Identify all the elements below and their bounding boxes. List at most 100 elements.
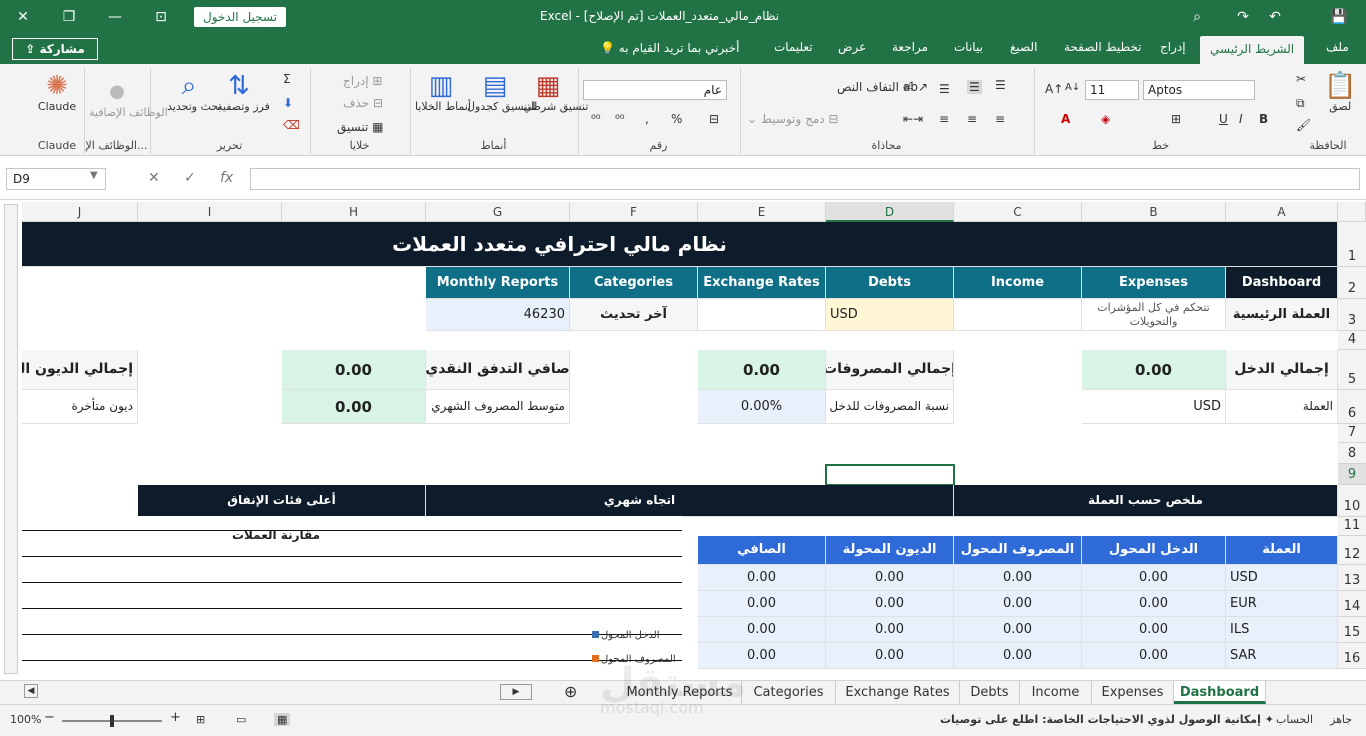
summary-header-expense[interactable]: المصروف المحول: [954, 536, 1082, 565]
decrease-decimal-icon[interactable]: ⁰⁰: [591, 112, 601, 126]
last-update-value[interactable]: 46230: [426, 299, 570, 331]
zoom-in-icon[interactable]: +: [170, 710, 181, 725]
table-cell[interactable]: 0.00: [698, 643, 826, 669]
sheet-tab-monthly-reports[interactable]: Monthly Reports: [618, 681, 742, 704]
table-cell[interactable]: 0.00: [698, 591, 826, 617]
signin-button[interactable]: تسجيل الدخول: [194, 7, 286, 27]
column-header-f[interactable]: F: [570, 202, 698, 222]
column-header-d[interactable]: D: [826, 202, 954, 222]
table-cell[interactable]: 0.00: [1082, 643, 1226, 669]
align-center-icon[interactable]: ≡: [967, 112, 977, 126]
total-income-value[interactable]: 0.00: [1082, 350, 1226, 390]
italic-icon[interactable]: I: [1239, 112, 1243, 126]
selected-cell-d9[interactable]: [825, 464, 955, 486]
paste-button[interactable]: 📋 لصق: [1324, 72, 1356, 114]
column-header-h[interactable]: H: [282, 202, 426, 222]
sheet-tab-categories[interactable]: Categories: [742, 681, 836, 704]
select-all-corner[interactable]: [1338, 202, 1366, 222]
tab-review[interactable]: مراجعة: [892, 40, 928, 54]
total-expenses-value[interactable]: 0.00: [698, 350, 826, 390]
row-header-12[interactable]: 12: [1338, 536, 1366, 565]
tab-home[interactable]: الشريط الرئيسي: [1200, 36, 1305, 64]
cell-e3[interactable]: [698, 299, 826, 331]
font-grow-icon[interactable]: A↑: [1045, 82, 1063, 96]
sheet-tab-dashboard[interactable]: Dashboard: [1174, 681, 1266, 704]
cancel-icon[interactable]: ✕: [148, 170, 160, 186]
add-sheet-icon[interactable]: ⊕: [564, 682, 577, 701]
tab-data[interactable]: بيانات: [954, 40, 983, 54]
search-icon[interactable]: ⌕: [1184, 7, 1210, 27]
nav-expenses[interactable]: Expenses: [1082, 267, 1226, 299]
comma-style-icon[interactable]: ,: [645, 112, 649, 126]
row-header-7[interactable]: 7: [1338, 424, 1366, 443]
font-shrink-icon[interactable]: A↓: [1065, 82, 1080, 93]
overdue-debts-label[interactable]: ديون متأخرة: [22, 390, 138, 424]
table-cell[interactable]: 0.00: [954, 591, 1082, 617]
align-left-icon[interactable]: ≡: [939, 112, 949, 126]
vertical-scrollbar[interactable]: [4, 204, 18, 674]
table-cell[interactable]: ILS: [1226, 617, 1338, 643]
merge-center-button[interactable]: ⌄ دمج وتوسيط ⊟: [747, 112, 838, 126]
page-layout-view-icon[interactable]: ▭: [236, 713, 246, 726]
cell-styles-button[interactable]: ▥ أنماط الخلايا: [415, 72, 471, 114]
column-header-b[interactable]: B: [1082, 202, 1226, 222]
align-right-icon[interactable]: ≡: [995, 112, 1005, 126]
insert-function-icon[interactable]: fx: [220, 170, 233, 186]
bold-icon[interactable]: B: [1259, 112, 1268, 126]
table-cell[interactable]: EUR: [1226, 591, 1338, 617]
indent-icon[interactable]: ⇤⇥: [903, 112, 923, 126]
scroll-left-icon[interactable]: ◀: [24, 684, 38, 698]
total-debts-label[interactable]: إجمالي الديون المتبقية: [22, 350, 138, 390]
table-cell[interactable]: 0.00: [826, 617, 954, 643]
undo-icon[interactable]: ↶: [1262, 7, 1288, 27]
underline-icon[interactable]: U: [1219, 112, 1228, 126]
find-select-button[interactable]: ⌕ بحث وتحديد: [167, 72, 222, 114]
delete-cells-button[interactable]: حذف ⊟: [343, 96, 383, 110]
ribbon-display-icon[interactable]: ⊡: [148, 7, 174, 27]
net-cashflow-label[interactable]: صافي التدفق النقدي: [426, 350, 570, 390]
table-cell[interactable]: 0.00: [826, 643, 954, 669]
row-header-3[interactable]: 3: [1338, 299, 1366, 331]
redo-icon[interactable]: ↷: [1230, 7, 1256, 27]
font-name-select[interactable]: Aptos: [1143, 80, 1255, 100]
fill-color-icon[interactable]: ◈: [1101, 112, 1110, 126]
control-note[interactable]: تتحكم في كل المؤشرات والتحويلات: [1082, 299, 1226, 331]
tab-file[interactable]: ملف: [1326, 40, 1349, 54]
table-cell[interactable]: 0.00: [954, 643, 1082, 669]
zoom-level[interactable]: 100%: [10, 713, 41, 726]
borders-icon[interactable]: ⊞: [1171, 112, 1181, 126]
avg-monthly-label[interactable]: متوسط المصروف الشهري: [426, 390, 570, 424]
align-bottom-icon[interactable]: ☰: [939, 82, 950, 96]
tab-help[interactable]: تعليمات: [774, 40, 813, 54]
column-header-e[interactable]: E: [698, 202, 826, 222]
row-header-8[interactable]: 8: [1338, 443, 1366, 464]
row-header-5[interactable]: 5: [1338, 350, 1366, 390]
column-header-c[interactable]: C: [954, 202, 1082, 222]
row-header-2[interactable]: 2: [1338, 267, 1366, 299]
currency-comparison-chart[interactable]: مقارنة العملات الدخل المحول المصروف المح…: [22, 516, 682, 680]
table-cell[interactable]: 0.00: [954, 565, 1082, 591]
format-as-table-button[interactable]: ▤ التنسيق كجدول: [467, 72, 537, 114]
tab-formulas[interactable]: الصيغ: [1010, 40, 1037, 54]
summary-header-net[interactable]: الصافي: [698, 536, 826, 565]
expense-ratio-label[interactable]: نسبة المصروفات للدخل: [826, 390, 954, 424]
save-icon[interactable]: 💾: [1326, 7, 1352, 27]
nav-categories[interactable]: Categories: [570, 267, 698, 299]
accounting-format-icon[interactable]: ⊟: [709, 112, 719, 126]
name-box-dropdown-icon[interactable]: ▼: [90, 170, 98, 181]
nav-dashboard[interactable]: Dashboard: [1226, 267, 1338, 299]
align-middle-icon[interactable]: ☰: [967, 80, 982, 94]
row-header-11[interactable]: 11: [1338, 517, 1366, 536]
currency-summary-header[interactable]: ملخص حسب العملة: [954, 485, 1338, 517]
row-header-1[interactable]: 1: [1338, 222, 1366, 267]
format-painter-icon[interactable]: 🖌: [1296, 118, 1311, 132]
accessibility-status[interactable]: إمكانية الوصول لذوي الاحتياجات الخاصة: ا…: [940, 713, 1274, 726]
font-size-select[interactable]: 11: [1085, 80, 1139, 100]
normal-view-icon[interactable]: ▦: [274, 713, 291, 726]
total-expenses-label[interactable]: إجمالي المصروفات: [826, 350, 954, 390]
top-categories-header[interactable]: أعلى فئات الإنفاق: [138, 485, 426, 517]
zoom-slider-thumb[interactable]: [110, 715, 114, 727]
insert-cells-button[interactable]: إدراج ⊞: [343, 74, 382, 88]
row-header-10[interactable]: 10: [1338, 485, 1366, 517]
tell-me-box[interactable]: 💡 أخبرني بما تريد القيام به: [600, 41, 739, 55]
